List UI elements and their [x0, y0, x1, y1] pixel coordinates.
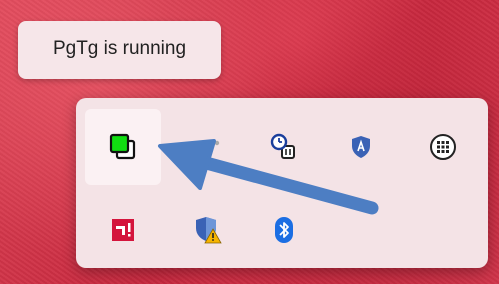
keypad-icon: [430, 134, 456, 160]
system-tray-overflow-panel: [76, 98, 488, 268]
security-warning-tray-item[interactable]: [170, 192, 246, 268]
pgtg-tray-item[interactable]: [85, 109, 161, 185]
amd-tray-item[interactable]: [85, 192, 161, 268]
network-clock-tray-item[interactable]: [246, 109, 322, 185]
more-dots-icon: [196, 140, 220, 146]
vpn-shield-icon: [352, 136, 370, 158]
tooltip: PgTg is running: [18, 21, 221, 79]
security-warning-icon: [196, 217, 222, 244]
tooltip-text: PgTg is running: [52, 38, 187, 59]
bluetooth-icon: [275, 217, 293, 243]
vpn-shield-tray-item[interactable]: [323, 109, 399, 185]
keypad-tray-item[interactable]: [405, 109, 481, 185]
amd-icon: [112, 219, 134, 241]
pgtg-app-icon: [109, 133, 136, 160]
more-tray-item[interactable]: [170, 109, 246, 185]
bluetooth-tray-item[interactable]: [246, 192, 322, 268]
network-clock-icon: [270, 133, 295, 159]
